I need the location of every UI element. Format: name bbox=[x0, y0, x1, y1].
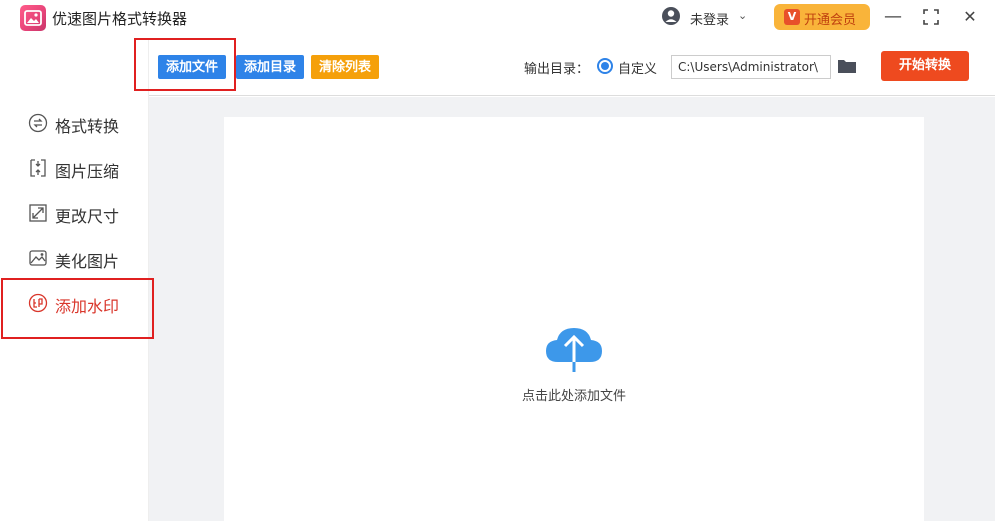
compress-icon bbox=[30, 159, 46, 177]
beautify-icon bbox=[29, 250, 47, 266]
format-convert-icon bbox=[28, 113, 48, 133]
custom-radio-label[interactable]: 自定义 bbox=[618, 58, 657, 77]
close-icon[interactable]: ✕ bbox=[957, 4, 983, 30]
sidebar: 格式转换 图片压缩 更改尺寸 美化图片 添加水印 bbox=[0, 38, 149, 521]
title-bar: 优速图片格式转换器 未登录 ⌄ V 开通会员 — ✕ bbox=[0, 0, 995, 38]
sidebar-item-compress[interactable]: 图片压缩 bbox=[28, 156, 148, 182]
maximize-icon[interactable] bbox=[918, 4, 944, 30]
watermark-icon bbox=[28, 293, 48, 313]
resize-icon bbox=[29, 204, 47, 222]
sidebar-item-label: 美化图片 bbox=[55, 252, 120, 271]
sidebar-item-watermark[interactable]: 添加水印 bbox=[28, 291, 148, 317]
toolbar: 添加文件 添加目录 清除列表 输出目录： 自定义 开始转换 bbox=[149, 38, 995, 96]
sidebar-item-label: 添加水印 bbox=[55, 297, 120, 316]
sidebar-item-resize[interactable]: 更改尺寸 bbox=[28, 201, 148, 227]
add-folder-button[interactable]: 添加目录 bbox=[236, 55, 305, 79]
chevron-down-icon[interactable]: ⌄ bbox=[738, 9, 747, 22]
sidebar-item-beautify[interactable]: 美化图片 bbox=[28, 246, 148, 272]
file-drop-zone[interactable]: 点击此处添加文件 bbox=[224, 117, 924, 521]
drop-hint-text: 点击此处添加文件 bbox=[521, 389, 626, 404]
custom-radio[interactable] bbox=[597, 58, 613, 74]
vip-icon: V bbox=[784, 9, 800, 25]
app-logo-icon bbox=[20, 5, 46, 31]
minimize-icon[interactable]: — bbox=[880, 4, 906, 30]
output-path-input[interactable] bbox=[671, 55, 831, 79]
folder-icon[interactable] bbox=[837, 58, 857, 74]
add-file-button[interactable]: 添加文件 bbox=[158, 55, 227, 79]
app-title: 优速图片格式转换器 bbox=[52, 10, 188, 28]
sidebar-item-label: 图片压缩 bbox=[55, 162, 120, 181]
clear-list-button[interactable]: 清除列表 bbox=[311, 55, 380, 79]
sidebar-item-label: 更改尺寸 bbox=[55, 207, 120, 226]
output-dir-label: 输出目录： bbox=[524, 62, 590, 77]
start-convert-button[interactable]: 开始转换 bbox=[881, 51, 969, 81]
vip-button[interactable]: V 开通会员 bbox=[774, 4, 870, 30]
user-avatar-icon[interactable] bbox=[661, 6, 681, 26]
cloud-upload-icon[interactable] bbox=[544, 322, 604, 374]
sidebar-item-format-convert[interactable]: 格式转换 bbox=[28, 111, 148, 137]
vip-label: 开通会员 bbox=[804, 13, 857, 28]
login-status[interactable]: 未登录 bbox=[690, 9, 729, 28]
sidebar-item-label: 格式转换 bbox=[55, 117, 120, 136]
main-area: 点击此处添加文件 bbox=[149, 97, 995, 521]
